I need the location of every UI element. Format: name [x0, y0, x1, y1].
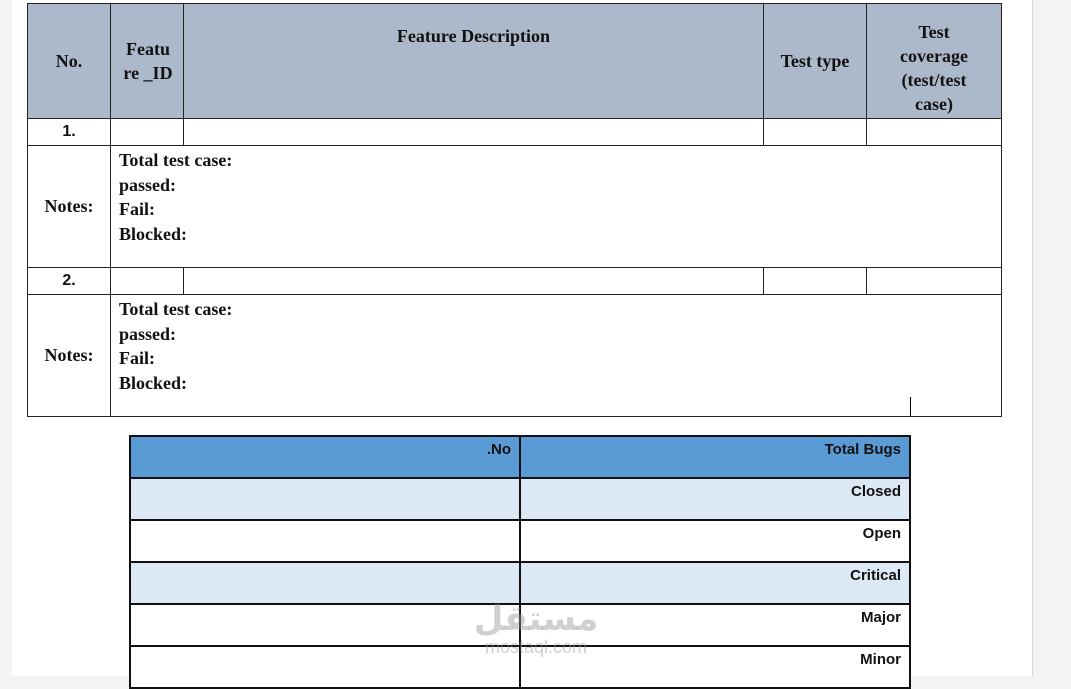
feature-description-cell[interactable] — [183, 267, 764, 295]
row-number-cell[interactable]: 1. — [27, 118, 111, 146]
header-test-coverage[interactable]: Test coverage (test/test case) — [866, 3, 1002, 119]
bugs-row-closed: Closed — [129, 477, 911, 521]
workspace-margin — [1033, 0, 1071, 676]
bugs-header-row: .No Total Bugs — [129, 435, 911, 479]
notes-label-cell[interactable]: Notes: — [27, 145, 111, 268]
bugs-value-cell[interactable] — [129, 519, 521, 563]
row-number-cell[interactable]: 2. — [27, 267, 111, 295]
header-feature-description[interactable]: Feature Description — [183, 3, 764, 119]
bugs-value-cell[interactable] — [129, 645, 521, 689]
notes-fail: Fail: — [119, 348, 155, 368]
notes-label-cell[interactable]: Notes: — [27, 294, 111, 417]
bugs-summary-table: .No Total Bugs Closed Open Critical Majo… — [129, 435, 911, 689]
test-type-cell[interactable] — [763, 118, 867, 146]
notes-body-cell[interactable]: Total test case: passed: Fail: Blocked: — [110, 294, 1002, 417]
notes-blocked: Blocked: — [119, 223, 188, 244]
notes-blocked: Blocked: — [119, 372, 188, 393]
feature-test-table: No. Featu re _ID Feature Description Tes… — [27, 3, 1002, 417]
bugs-row-critical: Critical — [129, 561, 911, 605]
notes-passed: passed: — [119, 174, 177, 195]
bugs-row-minor: Minor — [129, 645, 911, 689]
bugs-label-cell[interactable]: Critical — [519, 561, 911, 605]
feature-row: 2. — [27, 267, 1002, 295]
notes-total-test-case: Total test case: — [119, 150, 233, 170]
notes-passed: passed: — [119, 323, 177, 344]
notes-body-cell[interactable]: Total test case: passed: Fail: Blocked: — [110, 145, 1002, 268]
bugs-row-open: Open — [129, 519, 911, 563]
bugs-value-cell[interactable] — [129, 477, 521, 521]
notes-row: Notes: Total test case: passed: Fail: Bl… — [27, 294, 1002, 417]
header-no[interactable]: No. — [27, 3, 111, 119]
test-coverage-cell[interactable] — [866, 267, 1002, 295]
bugs-label-cell[interactable]: Open — [519, 519, 911, 563]
text-cursor — [910, 397, 911, 416]
notes-row: Notes: Total test case: passed: Fail: Bl… — [27, 145, 1002, 268]
bugs-value-cell[interactable] — [129, 603, 521, 647]
notes-total-test-case: Total test case: — [119, 299, 233, 319]
feature-description-cell[interactable] — [183, 118, 764, 146]
feature-row: 1. — [27, 118, 1002, 146]
bugs-header-total[interactable]: Total Bugs — [519, 435, 911, 479]
bugs-label-cell[interactable]: Minor — [519, 645, 911, 689]
bugs-label-cell[interactable]: Major — [519, 603, 911, 647]
bugs-value-cell[interactable] — [129, 561, 521, 605]
bugs-label-cell[interactable]: Closed — [519, 477, 911, 521]
feature-id-cell[interactable] — [110, 267, 184, 295]
bugs-row-major: Major — [129, 603, 911, 647]
notes-fail: Fail: — [119, 199, 155, 219]
test-type-cell[interactable] — [763, 267, 867, 295]
feature-id-cell[interactable] — [110, 118, 184, 146]
bugs-header-no[interactable]: .No — [129, 435, 521, 479]
header-feature-id[interactable]: Featu re _ID — [110, 3, 184, 119]
feature-table-header-row: No. Featu re _ID Feature Description Tes… — [27, 3, 1002, 119]
header-test-type[interactable]: Test type — [763, 3, 867, 119]
test-coverage-cell[interactable] — [866, 118, 1002, 146]
